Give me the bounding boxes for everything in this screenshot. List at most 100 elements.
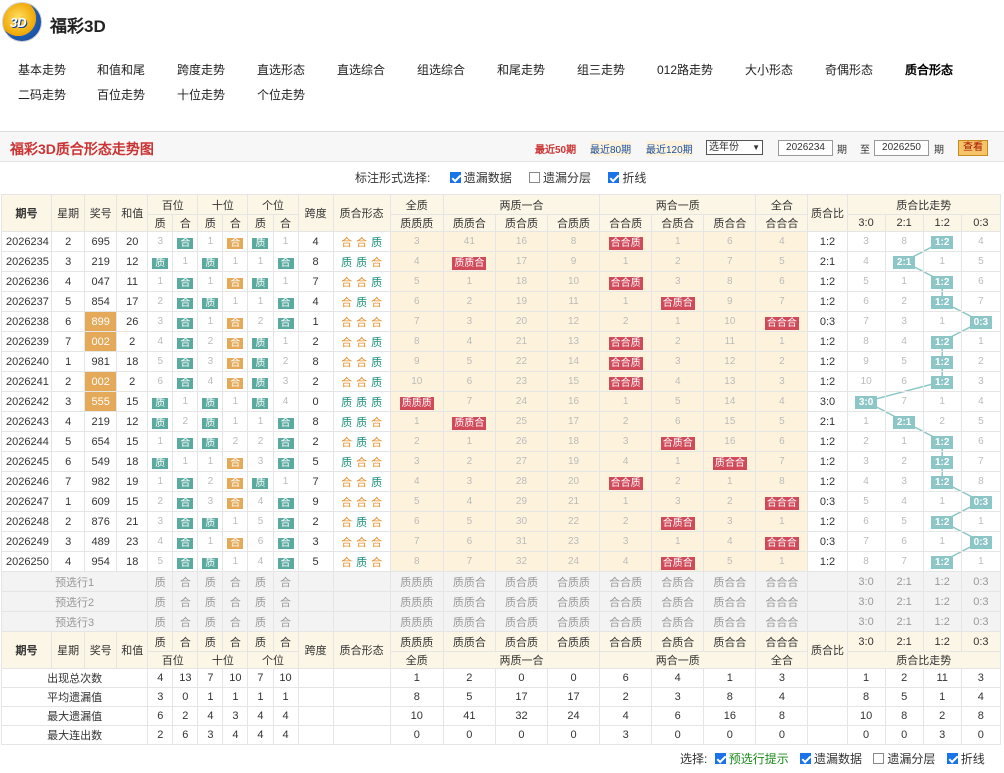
pre-cell: 质 [147,611,174,632]
form-char: 质 [356,296,368,309]
nav-link-1[interactable]: 和值和尾 [97,61,145,78]
position-cell: 2 [222,431,249,452]
ratio-cell: 0:3 [807,531,848,552]
pre-row-hint-checkbox[interactable] [714,753,726,764]
nav-link-4[interactable]: 直选综合 [337,61,385,78]
pre-select-row[interactable]: 预选行2 质合质合质合质质质 质质合 质合质 合质质 合合质 合质合 质合合 合合合 3:0 2:1… [0,591,1002,612]
position-cell: 质 [197,431,224,452]
pre-select-row[interactable]: 预选行1 质合质合质合质质质 质质合 质合质 合质质 合合质 合质合 质合合 合合合 3:0 2:1… [0,571,1002,592]
form-char: 合 [356,476,368,489]
he-ball: 合 [177,538,194,549]
nav-link-8[interactable]: 012路走势 [657,61,713,78]
combo-cell: 1 [599,291,653,312]
pre-cell: 1:2 [922,611,962,632]
he-ball: 合 [277,258,294,269]
pre-cell: 质 [197,611,224,632]
pre-select-row[interactable]: 预选行3 质合质合质合质质质 质质合 质合质 合质质 合合质 合质合 质合合 合合合 3:0 2:1… [0,611,1002,632]
stats-cell [807,706,848,726]
ratio-trend-cell: 3 [884,471,924,492]
he-ball: 合 [177,558,194,569]
combo-cell: 15 [546,371,601,392]
combo-cell: 19 [494,291,549,312]
zhi-ball: 质 [202,258,219,269]
nav-link-7[interactable]: 组三走势 [577,61,625,78]
position-cell: 合 [222,351,249,372]
combo-cell: 8 [546,231,601,252]
hezhi-header: 和值 [116,194,149,232]
footer-missing-data-checkbox[interactable] [800,753,812,764]
combo-cell: 2 [442,451,496,472]
weekday-cell: 5 [51,291,86,312]
number-cell: 002 [84,331,118,352]
zhi-subheader: 质 [147,631,174,652]
nav-link-3[interactable]: 直选形态 [257,61,305,78]
form-cell: 合合合 [332,491,391,512]
ratio-trend-cell: 4 [960,391,1002,412]
span-cell: 2 [297,331,334,352]
combo-cell: 9 [389,351,444,372]
span-cell: 1 [297,311,334,332]
footer-polyline-checkbox[interactable] [946,753,958,764]
nav-link-11[interactable]: 质合形态 [905,61,953,78]
position-cell: 1 [247,411,274,432]
combo-cell: 16 [494,231,549,252]
position-cell: 1 [272,471,299,492]
combo-cell: 1 [599,491,653,512]
form-char: 合 [356,456,368,469]
combo-cell: 23 [494,371,549,392]
nav-link-row2-1[interactable]: 百位走势 [97,86,145,103]
position-cell: 1 [197,271,224,292]
pre-row-label: 预选行1 [0,571,149,592]
form-char: 合 [341,496,353,509]
pre-cell: 2:1 [884,591,924,612]
nav-link-9[interactable]: 大小形态 [745,61,793,78]
ratio-cell: 1:2 [807,431,848,452]
issue-cell: 2026234 [0,231,53,252]
combo-cell: 合质合 [651,291,705,312]
nav-link-row2-0[interactable]: 二码走势 [18,86,66,103]
position-cell: 2 [197,331,224,352]
site-logo[interactable]: 3D [2,2,42,42]
sum-cell: 20 [116,231,149,252]
position-cell: 1 [222,251,249,272]
ratio-trend-cell: 1 [922,311,962,332]
nav-link-5[interactable]: 组选综合 [417,61,465,78]
ratio-hit: 2:1 [892,415,916,429]
ratio-trend-cell: 7 [846,531,886,552]
position-cell: 4 [197,371,224,392]
ratio-hit: 1:2 [930,235,954,249]
position-cell: 2 [247,431,274,452]
zhxt-header-bottom: 质合形态 [332,631,391,669]
ratio-cell: 1:2 [807,471,848,492]
position-cell: 合 [222,231,249,252]
nav-link-6[interactable]: 和尾走势 [497,61,545,78]
group-subheader: 合合合 [755,214,809,232]
footer-missing-layer-checkbox[interactable] [873,753,885,764]
nav-link-2[interactable]: 跨度走势 [177,61,225,78]
combo-cell: 7 [389,311,444,332]
position-cell: 2 [172,411,199,432]
position-cell: 1 [197,231,224,252]
stats-cell: 3 [147,687,174,707]
stats-cell: 0 [546,668,601,688]
combo-cell: 5 [755,251,809,272]
nav-link-row2-3[interactable]: 个位走势 [257,86,305,103]
issue-cell: 2026238 [0,311,53,332]
pre-cell [297,571,334,592]
position-cell: 1 [147,431,174,452]
nav-link-10[interactable]: 奇偶形态 [825,61,873,78]
combo-cell: 5 [442,511,496,532]
combo-cell: 4 [389,471,444,492]
nav-link-row2-2[interactable]: 十位走势 [177,86,225,103]
stats-cell: 2 [922,706,962,726]
combo-cell: 7 [389,531,444,552]
stats-cell: 0 [703,725,757,745]
ratio-trend-cell: 4 [960,231,1002,252]
position-cell: 合 [172,471,199,492]
issue-cell: 2026242 [0,391,53,412]
ratio-trend-cell: 9 [846,351,886,372]
nav-link-0[interactable]: 基本走势 [18,61,66,78]
stats-cell [332,668,391,688]
combo-hit: 合合合 [764,317,799,330]
pre-cell: 质合质 [494,611,549,632]
